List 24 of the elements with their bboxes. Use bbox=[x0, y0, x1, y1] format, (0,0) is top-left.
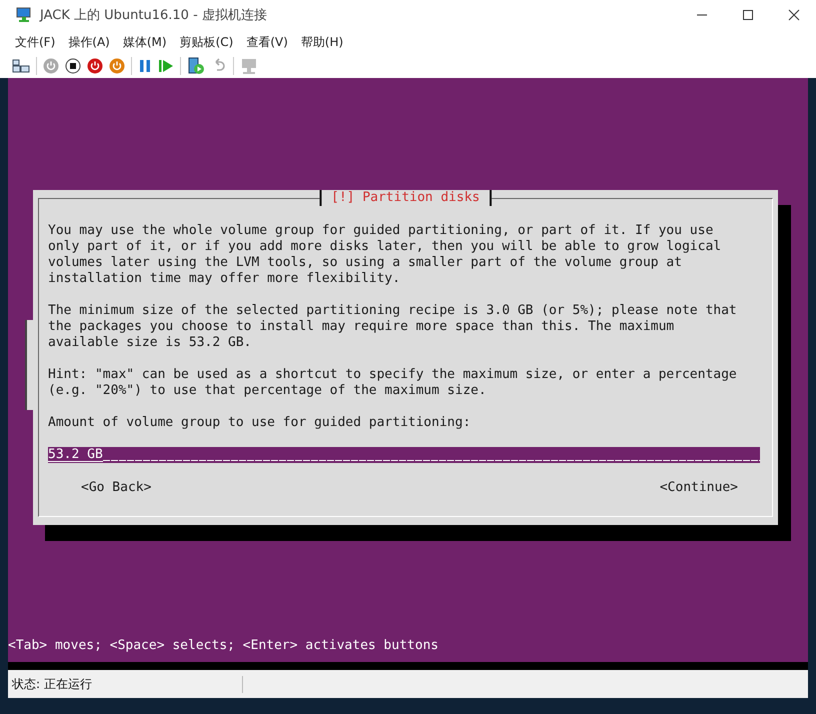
dialog-paragraph: The minimum size of the selected partitioning recipe is 3.0 GB (or 5%); please note that the packages you choose to install may require more space than this. The maximum available size is 53.2 GB. bbox=[48, 303, 738, 351]
input-field[interactable]: 53.2 GB bbox=[48, 447, 760, 463]
window-title: JACK 上的 Ubuntu16.10 - 虚拟机连接 bbox=[40, 7, 267, 24]
dialog-button[interactable]: <Continue> bbox=[660, 480, 738, 496]
menu-item[interactable]: 帮助(H) bbox=[300, 34, 344, 50]
close-icon[interactable] bbox=[788, 9, 800, 21]
stop-icon[interactable] bbox=[65, 58, 81, 74]
dialog-button[interactable]: <Go Back> bbox=[81, 480, 152, 496]
menu-item[interactable]: 操作(A) bbox=[68, 34, 110, 50]
dialog-paragraph: You may use the whole volume group for guided partitioning, or part of it. If you use only part of it, or if you add more disks later, then you will be able to grow logical volumes later using the LVM tools, so using a smaller part of the volume group at installation time may offer more flexibility. bbox=[48, 223, 722, 287]
pause-icon[interactable] bbox=[138, 59, 152, 73]
menu-item[interactable]: 查看(V) bbox=[246, 34, 288, 50]
menu-item[interactable]: 媒体(M) bbox=[122, 34, 167, 50]
dialog-paragraph: Amount of volume group to use for guided partitioning: bbox=[48, 415, 472, 431]
status-text: 状态: 正在运行 bbox=[12, 676, 243, 692]
dialog-title: [!] Partition disks bbox=[319, 190, 492, 206]
power-icon[interactable] bbox=[109, 58, 125, 74]
menu-item[interactable]: 剪贴板(C) bbox=[180, 34, 234, 50]
play-icon[interactable] bbox=[158, 59, 174, 73]
dialog-paragraph: Hint: "max" can be used as a shortcut to specify the maximum size, or enter a percentage (e.g. "20%") to use that percentage of the maximum size. bbox=[48, 367, 738, 399]
menu-item[interactable]: 文件(F) bbox=[15, 34, 56, 50]
power-icon[interactable] bbox=[87, 58, 103, 74]
key-hint: <Tab> moves; <Space> selects; <Enter> activates buttons bbox=[8, 638, 438, 654]
maximize-icon[interactable] bbox=[742, 9, 754, 21]
